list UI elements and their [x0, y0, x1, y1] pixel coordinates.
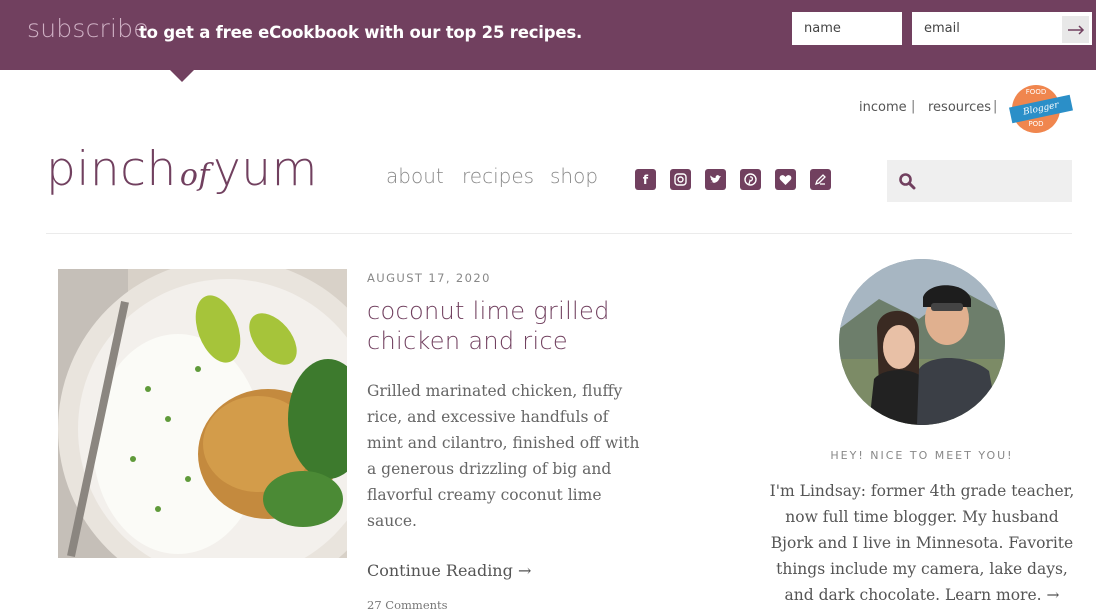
nav-recipes[interactable]: recipes — [462, 164, 534, 188]
arrow-right-icon — [1067, 24, 1084, 35]
sidebar-heading: HEY! NICE TO MEET YOU! — [830, 449, 1014, 462]
logo-text-of: of — [179, 158, 210, 193]
sidebar-bio: I'm Lindsay: former 4th grade teacher, n… — [769, 482, 1075, 604]
nav-shop[interactable]: shop — [550, 164, 598, 188]
logo-text-pinch: pinch — [46, 142, 177, 197]
comments-link[interactable]: 27 Comments — [367, 598, 448, 612]
subscribe-submit-button[interactable] — [1062, 16, 1089, 43]
bloglovin-icon[interactable] — [775, 169, 796, 190]
utility-link-income[interactable]: income — [859, 100, 907, 115]
nav-about[interactable]: about — [386, 164, 444, 188]
pinterest-icon[interactable] — [740, 169, 761, 190]
instagram-icon[interactable] — [670, 169, 691, 190]
site-logo[interactable]: pinch ofyum — [46, 142, 318, 197]
search-icon[interactable] — [898, 172, 916, 190]
blog-icon[interactable] — [810, 169, 831, 190]
twitter-icon[interactable] — [705, 169, 726, 190]
subscribe-heading: subscribe — [27, 14, 149, 43]
utility-link-resources[interactable]: resources — [928, 100, 991, 115]
header-divider — [46, 233, 1072, 234]
logo-text-yum: yum — [212, 142, 318, 197]
post-title[interactable]: coconut lime grilled chicken and rice — [367, 296, 657, 356]
post-date: AUGUST 17, 2020 — [367, 271, 491, 285]
name-field[interactable] — [792, 12, 902, 45]
facebook-icon[interactable]: f — [635, 169, 656, 190]
subscribe-bar-notch — [170, 70, 194, 82]
author-avatar[interactable] — [839, 259, 1005, 425]
utility-separator: | — [993, 99, 998, 114]
post-image[interactable] — [58, 269, 347, 558]
utility-separator: | — [911, 99, 916, 114]
continue-reading-link[interactable]: Continue Reading → — [367, 561, 531, 580]
subscribe-tagline: to get a free eCookbook with our top 25 … — [139, 23, 583, 42]
badge-bottom-text: POD — [1028, 120, 1044, 128]
badge-top-text: FOOD — [1025, 88, 1047, 96]
post-excerpt: Grilled marinated chicken, fluffy rice, … — [367, 382, 640, 530]
